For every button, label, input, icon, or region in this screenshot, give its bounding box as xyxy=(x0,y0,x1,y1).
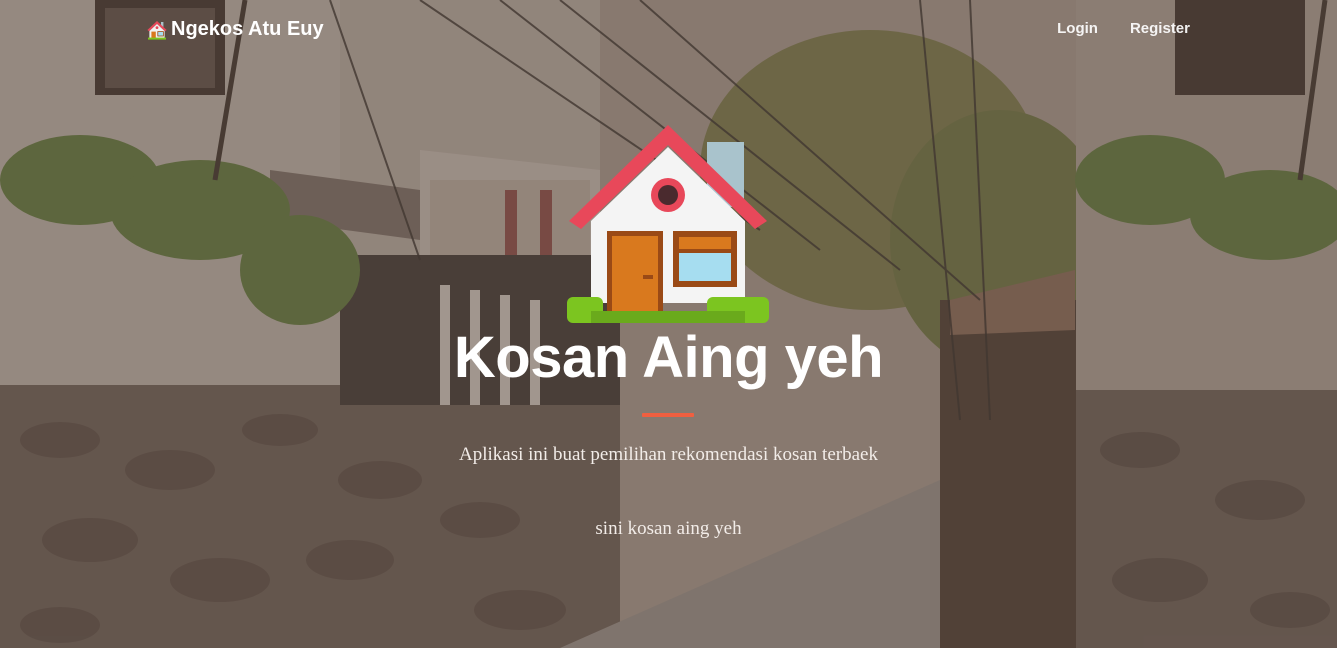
hero-tagline: sini kosan aing yeh xyxy=(595,518,742,539)
hero-subtitle: Aplikasi ini buat pemilihan rekomendasi … xyxy=(459,444,878,465)
hero-divider xyxy=(642,413,694,417)
hero-title: Kosan Aing yeh xyxy=(453,325,884,390)
house-icon xyxy=(567,125,769,323)
hero-section: Kosan Aing yeh Aplikasi ini buat pemilih… xyxy=(0,0,1337,648)
